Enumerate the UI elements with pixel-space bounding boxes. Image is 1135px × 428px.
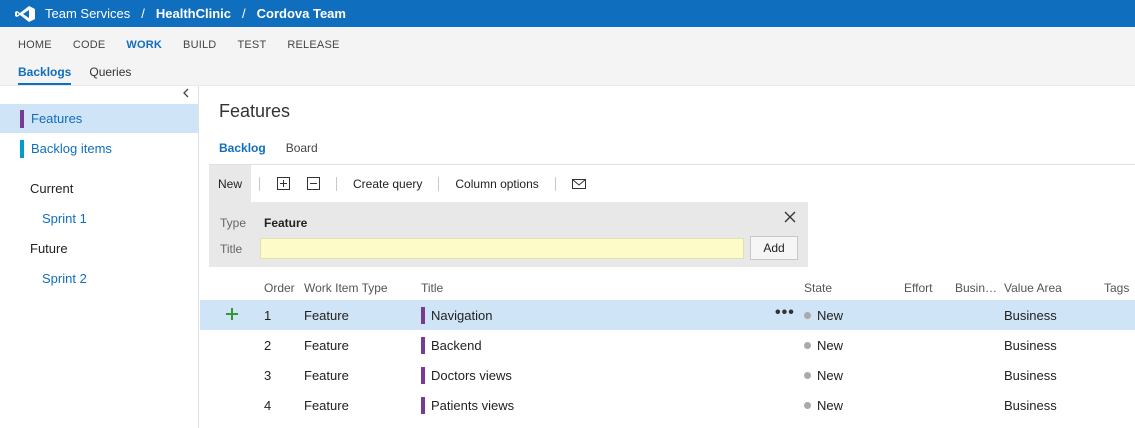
backlog-item-color-bar (20, 139, 24, 158)
cell-type: Feature (304, 398, 349, 413)
tab-queries[interactable]: Queries (89, 65, 131, 85)
cell-title[interactable]: Backend (431, 338, 482, 353)
cell-state: New (817, 398, 844, 413)
column-header-business-value[interactable]: Busin… (955, 281, 997, 295)
left-panel: Features Backlog items Current Sprint 1 … (0, 86, 199, 428)
toolbar-divider (554, 176, 556, 191)
add-button[interactable]: Add (750, 236, 798, 260)
toolbar: New Create query Column options (209, 164, 1135, 203)
expand-all-icon[interactable] (268, 174, 298, 194)
column-header-tags[interactable]: Tags (1104, 281, 1129, 295)
cell-title[interactable]: Doctors views (431, 368, 512, 383)
feature-color-bar (20, 109, 24, 128)
collapse-all-icon[interactable] (298, 174, 328, 194)
create-query-button[interactable]: Create query (345, 177, 430, 191)
hub-test[interactable]: TEST (237, 39, 266, 51)
breadcrumb-team[interactable]: Cordova Team (257, 6, 346, 21)
column-header-type[interactable]: Work Item Type (304, 281, 388, 295)
hub-work[interactable]: WORK (126, 39, 162, 51)
page-title: Features (219, 101, 291, 121)
feature-color-bar (421, 307, 425, 324)
cell-title[interactable]: Navigation (431, 308, 492, 323)
tab-backlogs[interactable]: Backlogs (18, 65, 72, 85)
ellipsis-icon[interactable]: ••• (775, 304, 795, 322)
cell-value-area: Business (1004, 308, 1057, 323)
breadcrumb-separator: / (242, 6, 246, 21)
title-label: Title (220, 242, 243, 256)
column-header-title[interactable]: Title (421, 281, 443, 295)
grid-header: Order Work Item Type Title State Effort … (200, 276, 1135, 300)
new-button[interactable]: New (209, 164, 252, 203)
hub-build[interactable]: BUILD (183, 39, 216, 51)
table-row[interactable]: 4 Feature Patients views New Business (200, 390, 1135, 420)
state-dot-icon (804, 372, 811, 379)
sidebar-item-label: Backlog items (31, 141, 112, 156)
toolbar-divider (259, 176, 261, 191)
sidebar-item-features[interactable]: Features (0, 104, 198, 133)
cell-value-area: Business (1004, 398, 1057, 413)
close-icon[interactable] (783, 210, 797, 224)
breadcrumb-project[interactable]: HealthClinic (156, 6, 231, 21)
toolbar-divider (438, 176, 440, 191)
email-icon[interactable] (564, 174, 594, 194)
state-dot-icon (804, 402, 811, 409)
hub-release[interactable]: RELEASE (287, 39, 339, 51)
feature-color-bar (421, 397, 425, 414)
table-row[interactable]: 1 Feature Navigation ••• New Business (200, 300, 1135, 330)
title-input[interactable] (260, 238, 744, 259)
chevron-left-icon[interactable] (182, 88, 190, 98)
cell-type: Feature (304, 368, 349, 383)
cell-state: New (817, 308, 844, 323)
cell-order: 3 (264, 368, 272, 383)
type-value: Feature (264, 216, 308, 230)
feature-color-bar (421, 337, 425, 354)
iteration-group-future: Future (30, 241, 68, 256)
state-dot-icon (804, 342, 811, 349)
table-row[interactable]: 2 Feature Backend New Business (200, 330, 1135, 360)
hub-code[interactable]: CODE (73, 39, 106, 51)
cell-value-area: Business (1004, 368, 1057, 383)
sidebar-item-sprint-2[interactable]: Sprint 2 (42, 271, 87, 286)
add-item-panel: Type Feature Title Add (209, 202, 808, 267)
column-header-value-area[interactable]: Value Area (1004, 281, 1062, 295)
tab-backlog[interactable]: Backlog (219, 141, 266, 155)
cell-order: 2 (264, 338, 272, 353)
plus-icon[interactable] (224, 306, 240, 322)
sidebar-item-backlog-items[interactable]: Backlog items (0, 134, 198, 163)
hub-navigation: HOME CODE WORK BUILD TEST RELEASE Backlo… (0, 27, 1135, 86)
breadcrumb-separator: / (141, 6, 145, 21)
iteration-group-current: Current (30, 181, 74, 196)
toolbar-divider (336, 176, 338, 191)
state-dot-icon (804, 312, 811, 319)
cell-order: 4 (264, 398, 272, 413)
breadcrumb-product[interactable]: Team Services (45, 6, 130, 21)
pivot-tabs: Backlog Board (219, 141, 338, 155)
type-label: Type (220, 216, 247, 230)
cell-type: Feature (304, 338, 349, 353)
cell-state: New (817, 338, 844, 353)
main-content: Features Backlog Board New Create query … (200, 86, 1135, 428)
column-options-button[interactable]: Column options (447, 177, 546, 191)
column-header-state[interactable]: State (804, 281, 832, 295)
table-row[interactable]: 3 Feature Doctors views New Business (200, 360, 1135, 390)
sidebar-item-label: Features (31, 111, 83, 126)
feature-color-bar (421, 367, 425, 384)
cell-value-area: Business (1004, 338, 1057, 353)
sidebar-item-sprint-1[interactable]: Sprint 1 (42, 211, 87, 226)
hub-home[interactable]: HOME (18, 39, 52, 51)
column-header-order[interactable]: Order (264, 281, 295, 295)
tab-board[interactable]: Board (286, 141, 318, 155)
visual-studio-logo-icon[interactable] (15, 5, 35, 22)
cell-order: 1 (264, 308, 272, 323)
cell-title[interactable]: Patients views (431, 398, 514, 413)
cell-state: New (817, 368, 844, 383)
top-bar: Team Services / HealthClinic / Cordova T… (0, 0, 1135, 27)
cell-type: Feature (304, 308, 349, 323)
column-header-effort[interactable]: Effort (904, 281, 932, 295)
backlog-grid: Order Work Item Type Title State Effort … (200, 276, 1135, 420)
